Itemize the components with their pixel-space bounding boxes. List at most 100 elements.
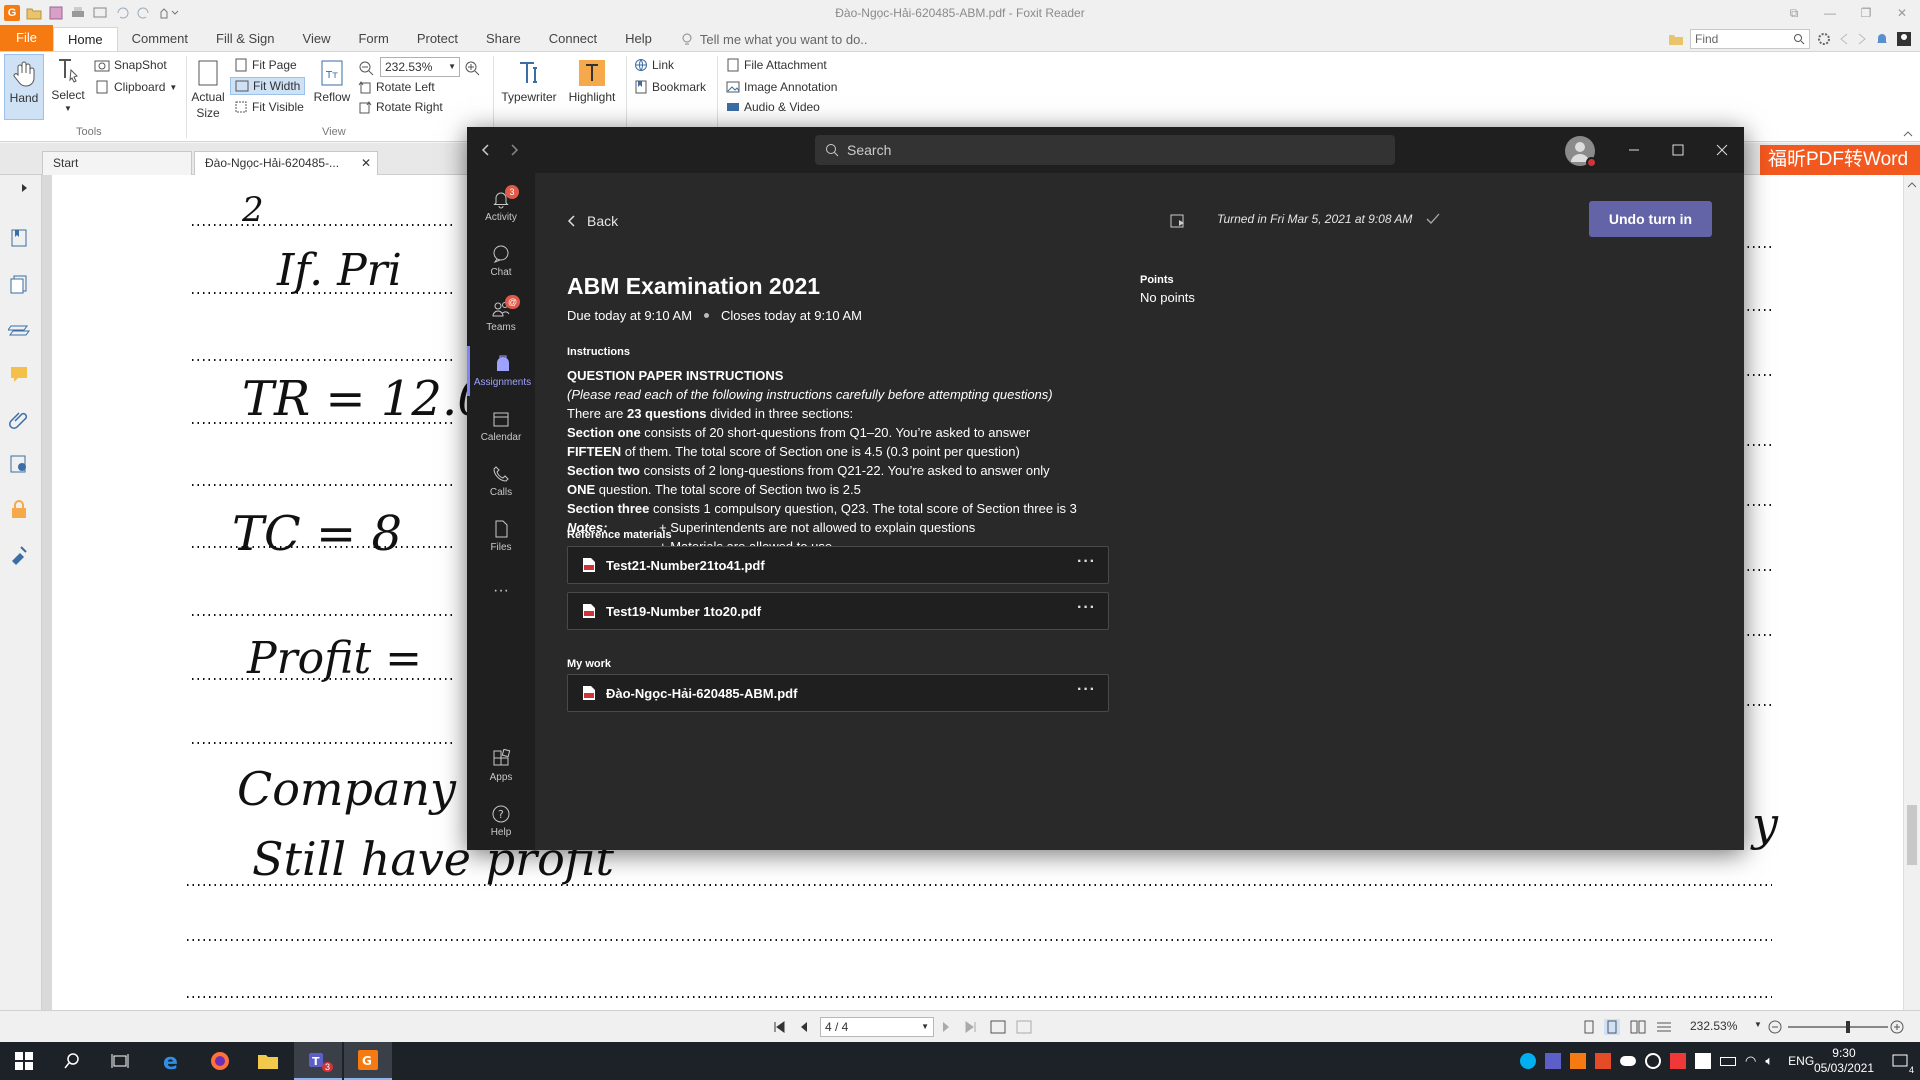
more-options-icon[interactable]: ··· (1077, 599, 1096, 617)
nav-back-icon[interactable] (479, 143, 493, 157)
app-tray-icon[interactable] (1595, 1053, 1611, 1069)
defender-icon[interactable] (1695, 1053, 1711, 1069)
tab-protect[interactable]: Protect (403, 27, 472, 51)
teams-search-box[interactable]: Search (815, 135, 1395, 165)
status-zoom-dropdown-icon[interactable]: ▼ (1754, 1020, 1762, 1029)
zoom-in-status-icon[interactable] (1890, 1020, 1904, 1034)
prev-result-icon[interactable] (1838, 32, 1850, 46)
foxit-taskbar-button[interactable]: G (344, 1042, 392, 1080)
highlight-button[interactable]: Highlight (566, 58, 618, 104)
more-options-icon[interactable]: ··· (1077, 681, 1096, 699)
wifi-icon[interactable]: ◠ (1745, 1053, 1756, 1069)
signatures-panel-icon[interactable] (8, 453, 30, 475)
print-icon[interactable] (70, 5, 86, 21)
hand-tool-button[interactable]: Hand (4, 54, 44, 120)
volume-icon[interactable]: 🔈︎ (1765, 1053, 1773, 1069)
typewriter-button[interactable]: Typewriter (498, 58, 560, 104)
restore-ribbon-icon[interactable]: ⧉ (1776, 0, 1812, 26)
zoom-out-icon[interactable] (358, 60, 374, 76)
folder-search-icon[interactable] (1668, 31, 1684, 47)
screen-icon[interactable] (92, 5, 108, 21)
fit-visible-button[interactable]: Fit Visible (234, 100, 304, 114)
edge-button[interactable]: e (148, 1042, 196, 1080)
skype-icon[interactable] (1520, 1053, 1536, 1069)
audio-video-button[interactable]: Audio & Video (726, 100, 820, 114)
teams-close-button[interactable] (1700, 127, 1744, 173)
rail-activity[interactable]: Activity 3 (467, 181, 535, 231)
rotate-right-button[interactable]: Rotate Right (358, 100, 443, 114)
vertical-scrollbar[interactable] (1903, 175, 1920, 1010)
teams-maximize-button[interactable] (1656, 127, 1700, 173)
bookmarks-panel-icon[interactable] (8, 227, 30, 249)
hand-small-icon[interactable] (158, 5, 180, 21)
pane-splitter[interactable] (42, 175, 52, 1010)
reflow-button[interactable]: Tт Reflow (312, 58, 352, 104)
my-work-file-card[interactable]: Đào-Ngọc-Hải-620485-ABM.pdf ··· (567, 674, 1109, 712)
snapshot-button[interactable]: SnapShot (94, 58, 167, 72)
select-tool-button[interactable]: Select ▼ (48, 56, 88, 113)
gear-icon[interactable] (1816, 31, 1832, 47)
language-indicator[interactable]: ENG (1788, 1054, 1814, 1068)
save-icon[interactable] (48, 5, 64, 21)
zoom-slider-thumb[interactable] (1846, 1021, 1850, 1033)
more-options-icon[interactable]: ··· (1077, 553, 1096, 571)
rail-calendar[interactable]: Calendar (467, 401, 535, 451)
teams-tray-icon[interactable] (1545, 1053, 1561, 1069)
close-button[interactable]: ✕ (1884, 0, 1920, 26)
undo-icon[interactable] (114, 5, 130, 21)
next-result-icon[interactable] (1856, 32, 1868, 46)
next-page-icon[interactable] (940, 1020, 952, 1034)
scroll-thumb[interactable] (1907, 805, 1917, 865)
teams-minimize-button[interactable] (1612, 127, 1656, 173)
image-annotation-button[interactable]: Image Annotation (726, 80, 837, 94)
start-button[interactable] (0, 1042, 48, 1080)
prev-page-icon[interactable] (798, 1020, 810, 1034)
notifications-button[interactable]: 4 (1880, 1042, 1920, 1080)
search-button[interactable] (48, 1042, 96, 1080)
onedrive-icon[interactable] (1620, 1056, 1636, 1066)
tab-file[interactable]: File (0, 25, 53, 51)
doc-tab-close-icon[interactable]: ✕ (361, 152, 371, 174)
reference-file-card[interactable]: Test19-Number 1to20.pdf ··· (567, 592, 1109, 630)
rail-files[interactable]: Files (467, 511, 535, 561)
first-page-icon[interactable] (772, 1020, 786, 1034)
previous-view-icon[interactable] (990, 1020, 1006, 1034)
account-icon[interactable] (1896, 31, 1912, 47)
rail-calls[interactable]: Calls (467, 456, 535, 506)
zoom-select[interactable]: 232.53% ▼ (380, 57, 460, 77)
tab-home[interactable]: Home (52, 27, 118, 51)
file-explorer-button[interactable] (244, 1042, 292, 1080)
find-input[interactable]: Find (1690, 29, 1810, 49)
zoom-out-status-icon[interactable] (1768, 1020, 1782, 1034)
minimize-button[interactable]: — (1812, 0, 1848, 26)
sync-icon[interactable] (1645, 1053, 1661, 1069)
next-view-icon[interactable] (1016, 1020, 1032, 1034)
bookmark-button[interactable]: Bookmark (634, 80, 706, 94)
content-panel-icon[interactable] (8, 543, 30, 565)
undo-turn-in-button[interactable]: Undo turn in (1589, 201, 1712, 237)
link-button[interactable]: Link (634, 58, 674, 72)
tab-comment[interactable]: Comment (118, 27, 202, 51)
rotate-left-button[interactable]: Rotate Left (358, 80, 435, 94)
firefox-button[interactable] (196, 1042, 244, 1080)
layers-panel-icon[interactable] (8, 318, 30, 340)
pdf-to-word-banner[interactable]: 福昕PDF转Word (1760, 145, 1920, 175)
tab-view[interactable]: View (289, 27, 345, 51)
tab-connect[interactable]: Connect (535, 27, 611, 51)
comments-panel-icon[interactable] (8, 363, 30, 385)
rail-chat[interactable]: Chat (467, 236, 535, 286)
vivaldi-icon[interactable] (1670, 1053, 1686, 1069)
task-view-button[interactable] (96, 1042, 144, 1080)
zoom-in-icon[interactable] (464, 60, 480, 76)
open-icon[interactable] (26, 5, 42, 21)
avatar[interactable] (1565, 136, 1597, 168)
rail-help[interactable]: ? Help (467, 796, 535, 846)
continuous-icon[interactable] (1604, 1019, 1620, 1035)
page-number-input[interactable]: 4 / 4 ▼ (820, 1017, 934, 1037)
clock[interactable]: 9:30 05/03/2021 (1814, 1046, 1874, 1076)
expand-pane-icon[interactable] (20, 183, 30, 193)
tab-help[interactable]: Help (611, 27, 666, 51)
scroll-up-icon[interactable] (1904, 179, 1920, 191)
status-zoom-value[interactable]: 232.53% (1690, 1019, 1737, 1033)
single-page-icon[interactable] (1582, 1020, 1596, 1034)
